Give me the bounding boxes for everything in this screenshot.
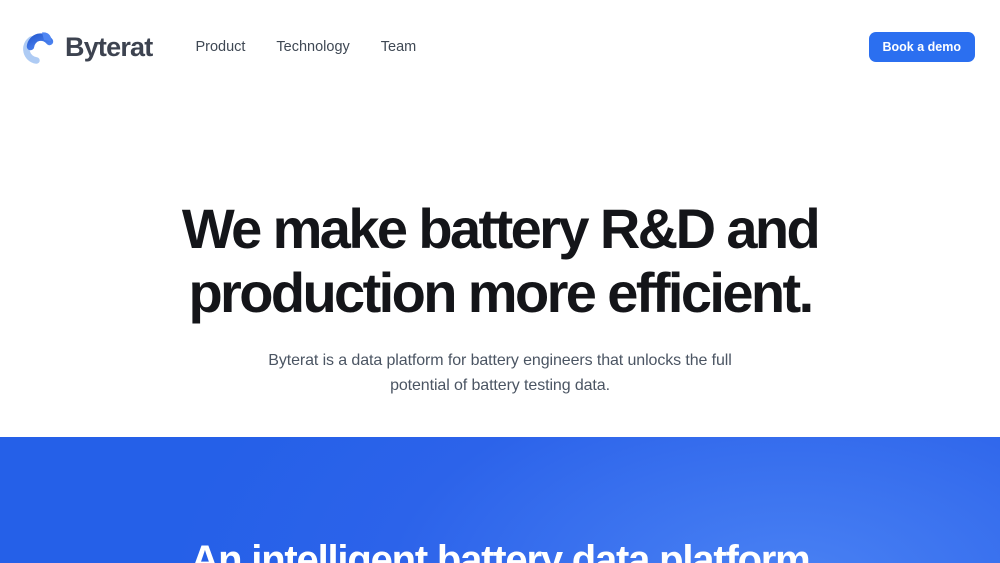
hero-heading: We make battery R&D and production more …: [0, 197, 1000, 325]
hero-heading-line1: We make battery R&D and: [0, 197, 1000, 261]
platform-heading: An intelligent battery data platform: [0, 536, 1000, 563]
byterat-logo-icon: [22, 28, 58, 66]
hero-subtitle: Byterat is a data platform for battery e…: [0, 348, 1000, 398]
nav-link-product[interactable]: Product: [195, 39, 245, 55]
nav-link-technology[interactable]: Technology: [276, 39, 349, 55]
hero-subtitle-line1: Byterat is a data platform for battery e…: [0, 348, 1000, 373]
main-nav: Product Technology Team: [195, 39, 416, 55]
nav-link-team[interactable]: Team: [381, 39, 416, 55]
logo-text[interactable]: Byterat: [65, 32, 152, 63]
platform-section: An intelligent battery data platform: [0, 437, 1000, 563]
hero-section: We make battery R&D and production more …: [0, 197, 1000, 398]
hero-subtitle-line2: potential of battery testing data.: [0, 373, 1000, 398]
book-a-demo-button[interactable]: Book a demo: [869, 32, 976, 62]
site-header: Byterat Product Technology Team Book a d…: [0, 0, 1000, 64]
logo[interactable]: Byterat: [22, 28, 152, 66]
hero-heading-line2: production more efficient.: [0, 261, 1000, 325]
